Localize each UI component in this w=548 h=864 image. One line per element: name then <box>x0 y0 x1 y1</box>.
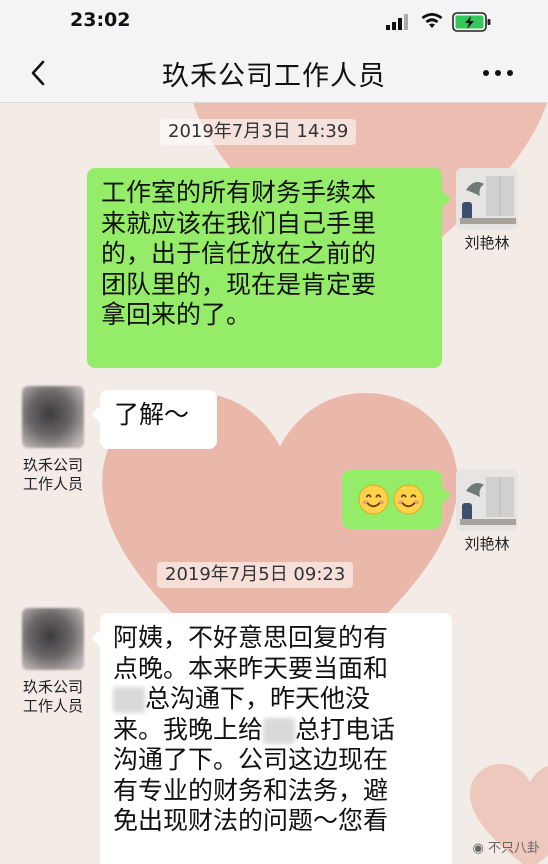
avatar[interactable] <box>456 469 518 531</box>
message-line: 免出现财法的问题～您看 <box>113 806 389 835</box>
back-button[interactable] <box>24 58 54 88</box>
bubble-tail <box>442 487 451 503</box>
watermark: ◉ 不只八卦 <box>473 837 541 856</box>
sender-name-line: 玖禾公司 <box>22 678 83 696</box>
message-bubble-received[interactable]: 了解～ <box>100 390 217 449</box>
message-timestamp: 2019年7月3日 14:39 <box>160 119 357 145</box>
bubble-tail <box>91 406 100 422</box>
chat-title: 玖禾公司工作人员 <box>162 61 386 92</box>
message-text: 总沟通下，昨天他没 <box>145 684 371 713</box>
message-line: 来。我晚上给 总打电话 <box>113 715 439 746</box>
avatar-image <box>456 168 518 230</box>
chat-message-list[interactable]: 2019年7月3日 14:39 刘艳林 工作室的所有财务手续本 来就应该在我们自… <box>0 103 548 864</box>
sender-name: 刘艳林 <box>464 535 510 553</box>
message-bubble-sent[interactable]: 工作室的所有财务手续本 来就应该在我们自己手里 的，出于信任放在之前的 团队里的… <box>87 168 442 368</box>
chat-header: 玖禾公司工作人员 <box>0 44 548 103</box>
sender-name-line: 工作人员 <box>22 475 83 493</box>
avatar-image <box>456 469 518 531</box>
message-bubble-sent[interactable] <box>342 470 442 529</box>
redacted-name <box>263 717 296 744</box>
wechat-logo-icon: ◉ <box>472 841 484 856</box>
sender-name-line: 工作人员 <box>22 697 83 715</box>
signal-icon <box>386 14 408 30</box>
message-line: 有专业的财务和法务，避 <box>113 775 389 805</box>
more-dots-icon <box>483 70 513 76</box>
watermark-text: 不只八卦 <box>487 841 540 856</box>
message-line: 团队里的，现在是肯定要 <box>101 269 377 299</box>
redacted-name <box>113 687 145 713</box>
battery-charging-icon <box>452 12 491 32</box>
bubble-tail <box>442 191 451 207</box>
message-line: 来就应该在我们自己手里 <box>101 208 377 238</box>
status-bar: 23:02 <box>0 0 548 44</box>
message-line: 拿回来的了。 <box>101 300 252 329</box>
smiling-face-emoji <box>358 483 389 515</box>
message-timestamp: 2019年7月5日 09:23 <box>157 562 354 588</box>
message-bubble-received[interactable]: 阿姨，不好意思回复的有 点晚。本来昨天要当面和 总沟通下，昨天他没 来。我晚上给… <box>100 613 452 864</box>
more-button[interactable] <box>478 60 518 86</box>
message-line: 点晚。本来昨天要当面和 <box>113 653 389 683</box>
smiling-face-emoji <box>393 483 424 515</box>
avatar[interactable] <box>22 608 84 670</box>
sender-name-line: 玖禾公司 <box>22 456 83 474</box>
status-time: 23:02 <box>70 9 131 31</box>
wifi-icon <box>421 13 443 28</box>
sender-name: 刘艳林 <box>464 234 510 252</box>
message-line: 工作室的所有财务手续本 <box>101 178 377 207</box>
avatar[interactable] <box>456 168 518 230</box>
chevron-left-icon <box>31 60 45 86</box>
message-text: 来。我晚上给 <box>113 714 264 744</box>
message-text: 总打电话 <box>295 714 396 744</box>
avatar[interactable] <box>22 386 84 448</box>
message-text: 了解～ <box>114 400 190 429</box>
bubble-tail <box>91 630 100 646</box>
sender-name: 玖禾公司 工作人员 <box>14 678 92 716</box>
message-line: 总沟通下，昨天他没 <box>113 684 439 715</box>
message-line: 阿姨，不好意思回复的有 <box>113 623 389 652</box>
message-line: 的，出于信任放在之前的 <box>101 239 377 268</box>
message-line: 沟通了下。公司这边现在 <box>113 745 389 774</box>
sender-name: 玖禾公司 工作人员 <box>14 456 92 494</box>
